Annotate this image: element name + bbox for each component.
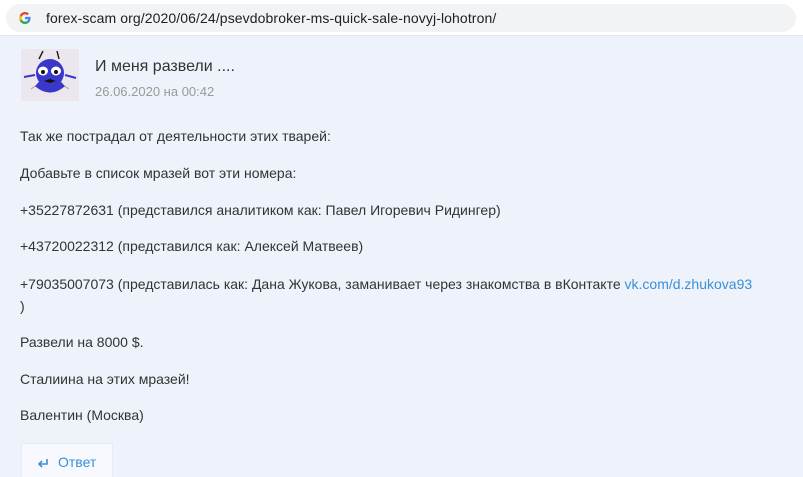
paragraph-text: +79035007073 (представилась как: Дана Жу…	[20, 276, 625, 292]
comment-card: И меня развели .... 26.06.2020 на 00:42 …	[0, 36, 803, 477]
comment-paragraph: Так же пострадал от деятельности этих тв…	[20, 128, 331, 144]
comment-paragraph-tail: )	[20, 298, 25, 314]
reply-button[interactable]: Ответ	[21, 443, 113, 477]
vk-profile-link[interactable]: vk.com/d.zhukova93	[625, 276, 753, 292]
comment-author: И меня развели ....	[95, 58, 235, 75]
avatar	[21, 49, 79, 101]
cartoon-creature-avatar	[21, 49, 79, 101]
comment-paragraph: Сталиина на этих мразей!	[20, 371, 190, 387]
comment-date: 26.06.2020 на 00:42	[95, 84, 215, 99]
comment-paragraph: +35227872631 (представился аналитиком ка…	[20, 202, 501, 218]
browser-address-bar: forex-scam org/2020/06/24/psevdobroker-m…	[0, 0, 803, 36]
comment-paragraph: Валентин (Москва)	[20, 407, 144, 423]
comment-paragraph: +79035007073 (представилась как: Дана Жу…	[20, 276, 752, 292]
comment-paragraph: Развели на 8000 $.	[20, 334, 144, 350]
reply-label: Ответ	[58, 454, 97, 470]
reply-arrow-icon	[37, 459, 48, 468]
comment-paragraph: +43720022312 (представился как: Алексей …	[20, 238, 364, 254]
url-text: forex-scam org/2020/06/24/psevdobroker-m…	[46, 10, 497, 26]
url-field[interactable]: forex-scam org/2020/06/24/psevdobroker-m…	[6, 4, 796, 32]
google-g-icon	[19, 12, 31, 24]
comment-paragraph: Добавьте в список мразей вот эти номера:	[20, 165, 297, 181]
